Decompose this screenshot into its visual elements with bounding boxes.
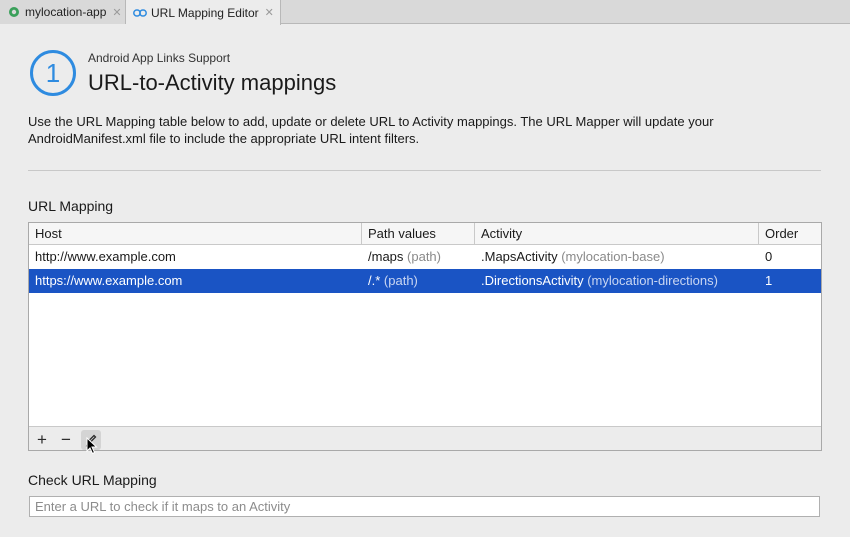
activity-module: (mylocation-directions) xyxy=(587,273,718,288)
table-header: Host Path values Activity Order xyxy=(29,223,821,245)
mouse-pointer-icon xyxy=(86,437,98,455)
table-row[interactable]: http://www.example.com /maps (path) .Map… xyxy=(29,245,821,269)
link-icon xyxy=(133,6,147,20)
tab-label: mylocation-app xyxy=(25,5,107,19)
add-mapping-button[interactable]: + xyxy=(32,430,52,450)
path-type: (path) xyxy=(407,249,441,264)
order-cell: 0 xyxy=(765,249,773,264)
tab-label: URL Mapping Editor xyxy=(151,5,259,20)
column-header-activity[interactable]: Activity xyxy=(475,223,759,245)
check-url-input[interactable] xyxy=(29,496,820,517)
android-module-icon xyxy=(7,5,21,19)
host-cell: https://www.example.com xyxy=(35,273,183,288)
remove-mapping-button[interactable]: − xyxy=(56,430,76,450)
path-cell: /.* (path) xyxy=(362,269,475,293)
step-number-badge: 1 xyxy=(30,50,76,96)
table-row-selected[interactable]: https://www.example.com /.* (path) .Dire… xyxy=(29,269,821,293)
activity-name: .DirectionsActivity xyxy=(481,273,584,288)
section-divider xyxy=(28,170,821,171)
path-type: (path) xyxy=(383,273,418,288)
close-icon[interactable]: ✕ xyxy=(112,6,121,19)
url-mapping-label: URL Mapping xyxy=(28,198,114,214)
url-mapping-table: Host Path values Activity Order http://w… xyxy=(28,222,822,451)
activity-cell: .MapsActivity (mylocation-base) xyxy=(475,245,759,269)
column-header-order[interactable]: Order xyxy=(759,223,821,245)
check-url-mapping-label: Check URL Mapping xyxy=(28,472,157,488)
page-description: Use the URL Mapping table below to add, … xyxy=(28,114,714,146)
activity-module: (mylocation-base) xyxy=(561,249,665,264)
tab-mylocation-app[interactable]: mylocation-app ✕ xyxy=(0,0,126,24)
activity-cell: .DirectionsActivity (mylocation-directio… xyxy=(475,269,759,293)
tab-url-mapping-editor[interactable]: URL Mapping Editor ✕ xyxy=(126,0,281,25)
order-cell: 1 xyxy=(765,273,773,288)
path-cell: /maps (path) xyxy=(362,245,475,269)
path-value: /.* xyxy=(368,273,381,288)
host-cell: http://www.example.com xyxy=(35,249,176,264)
activity-name: .MapsActivity xyxy=(481,249,558,264)
editor-tab-bar: mylocation-app ✕ URL Mapping Editor ✕ xyxy=(0,0,850,25)
column-header-host[interactable]: Host xyxy=(29,223,362,245)
path-value: /maps xyxy=(368,249,404,264)
page-title: URL-to-Activity mappings xyxy=(88,70,337,95)
table-toolbar: + − xyxy=(29,426,821,450)
column-header-path-values[interactable]: Path values xyxy=(362,223,475,245)
close-icon[interactable]: ✕ xyxy=(265,6,274,19)
page-subtitle: Android App Links Support xyxy=(88,51,231,65)
